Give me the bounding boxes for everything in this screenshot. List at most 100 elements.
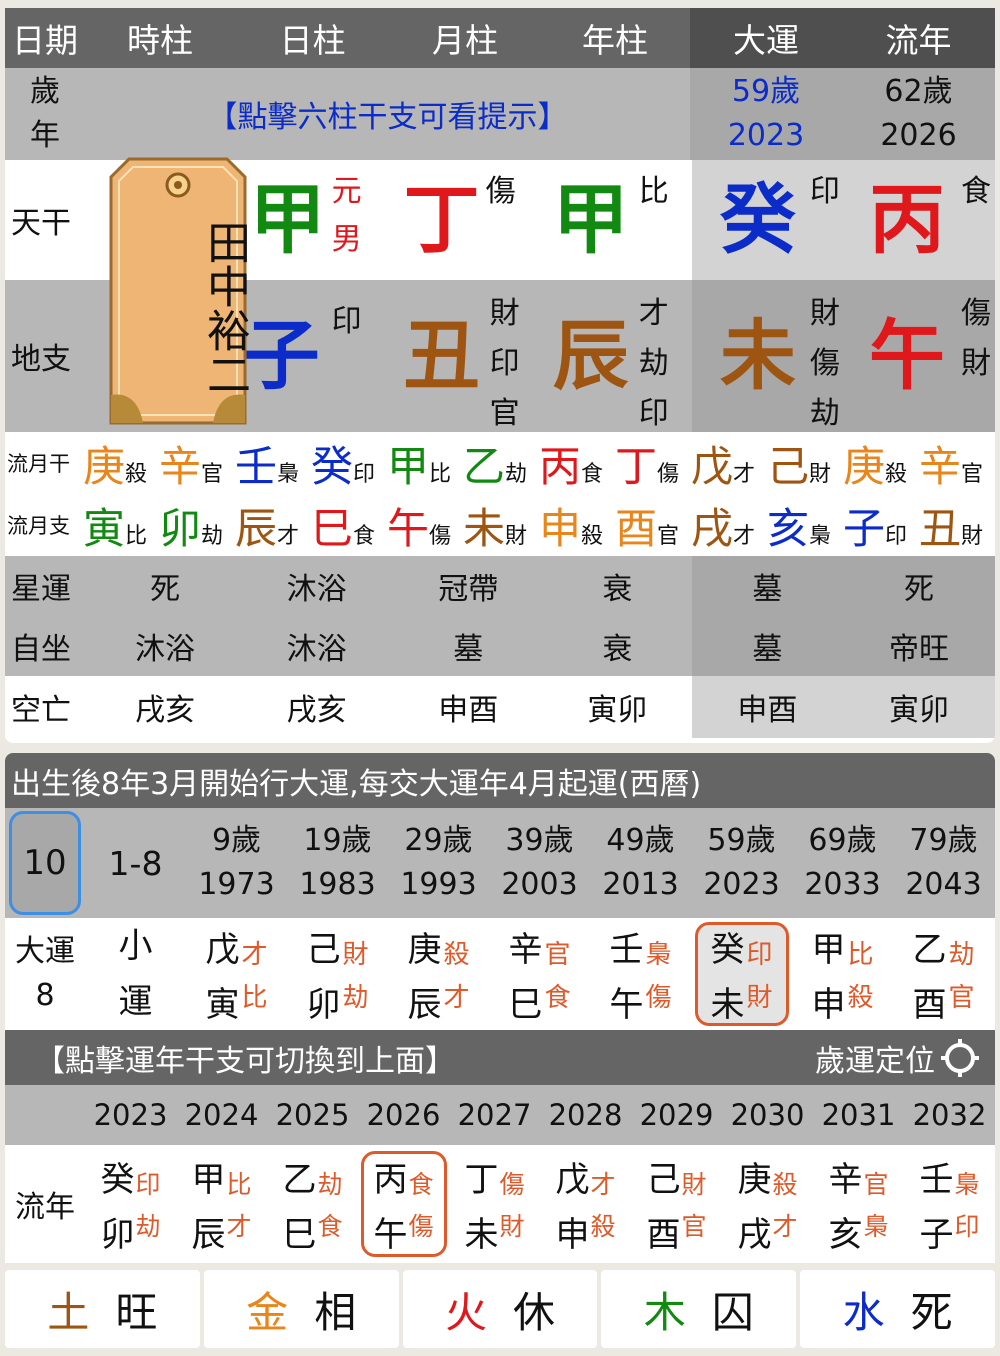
flow-month-branch-item[interactable]: 酉官 — [615, 495, 691, 556]
dayun-period-age[interactable]: 39歲 2003 — [489, 808, 590, 918]
liunian-ganzhi[interactable]: 己財酉官 — [631, 1145, 722, 1263]
pillar-hint-link[interactable]: 【點擊六柱干支可看提示】 — [85, 68, 690, 160]
liunian-year-text: 2031 — [821, 1098, 896, 1132]
liunian-age-cell[interactable]: 62歲 2026 — [842, 68, 995, 160]
liunian-ganzhi[interactable]: 壬梟子印 — [904, 1145, 995, 1263]
dayun-period-ganzhi[interactable]: 甲比申殺 — [792, 918, 893, 1030]
flow-month-branch-item[interactable]: 戌才 — [691, 495, 767, 556]
flow-month-stem-item[interactable]: 甲比 — [387, 433, 463, 494]
dayun-year-text: 2013 — [602, 867, 679, 902]
dayun-period-age[interactable]: 9歲 1973 — [186, 808, 287, 918]
flow-month-branch-item[interactable]: 午傷 — [387, 495, 463, 556]
liunian-ganzhi[interactable]: 辛官亥梟 — [813, 1145, 904, 1263]
flow-month-branch-item[interactable]: 子印 — [843, 495, 919, 556]
liunian-branch-god-char: 才 — [772, 1212, 798, 1241]
flow-month-branch-item[interactable]: 辰才 — [235, 495, 311, 556]
flow-month-branch-item[interactable]: 寅比 — [83, 495, 159, 556]
liunian-ganzhi[interactable]: 甲比辰才 — [176, 1145, 267, 1263]
gender-mark: 男 — [331, 222, 362, 257]
flow-month-stem-item[interactable]: 庚殺 — [83, 433, 159, 494]
flow-god: 官 — [201, 461, 224, 487]
dayun-period-age[interactable]: 49歲 2013 — [590, 808, 691, 918]
locate-label[interactable]: 歲運定位 — [815, 1036, 935, 1080]
month-stem-cell[interactable]: 丁 傷 — [394, 160, 543, 280]
day-stem-cell[interactable]: 甲 元 男 — [240, 160, 394, 280]
flow-month-stem-item[interactable]: 庚殺 — [843, 433, 919, 494]
locate-icon[interactable] — [939, 1037, 981, 1079]
liunian-branch-hidden-1: 傷 — [960, 296, 991, 331]
dayun-selector[interactable]: 10 — [9, 811, 81, 915]
dayun-period-ganzhi[interactable]: 壬梟午傷 — [590, 918, 691, 1030]
flow-month-stem-item[interactable]: 辛官 — [159, 433, 235, 494]
flow-month-branch-item[interactable]: 丑財 — [919, 495, 995, 556]
day-branch-cell[interactable]: 子 印 — [240, 280, 394, 432]
dayun-period-age[interactable]: 79歲 2043 — [893, 808, 994, 918]
dayun-period-ganzhi[interactable]: 癸印未財 — [691, 918, 792, 1030]
liunian-ganzhi[interactable]: 乙劫巳食 — [267, 1145, 358, 1263]
flow-month-branch-item[interactable]: 巳食 — [311, 495, 387, 556]
liunian-stem-cell[interactable]: 丙 食 — [842, 160, 995, 280]
element-cell[interactable]: 火休 — [402, 1270, 598, 1348]
flow-month-stem-item[interactable]: 己財 — [767, 433, 843, 494]
element-cell[interactable]: 金相 — [203, 1270, 399, 1348]
element-cell[interactable]: 水死 — [800, 1270, 995, 1348]
xingyun-value: 墓 — [691, 556, 843, 616]
flow-god: 傷 — [429, 523, 452, 549]
element-cell[interactable]: 木囚 — [601, 1270, 797, 1348]
flow-month-stem-item[interactable]: 辛官 — [919, 433, 995, 494]
liunian-branch-char: 辰 — [191, 1215, 226, 1255]
dayun-period-ganzhi[interactable]: 戊才寅比 — [186, 918, 287, 1030]
dayun-branch-cell[interactable]: 未 財 傷 劫 — [691, 280, 843, 432]
flow-month-stem-item[interactable]: 癸印 — [311, 433, 387, 494]
flow-month-stem-item[interactable]: 壬梟 — [235, 433, 311, 494]
liunian-ganzhi[interactable]: 庚殺戌才 — [722, 1145, 813, 1263]
dayun-period-age[interactable]: 59歲 2023 — [691, 808, 792, 918]
flow-month-stem-item[interactable]: 丙食 — [539, 433, 615, 494]
flow-month-stem-item[interactable]: 戊才 — [691, 433, 767, 494]
flow-month-stem-item[interactable]: 乙劫 — [463, 433, 539, 494]
dayun-period-age[interactable]: 29歲 1993 — [388, 808, 489, 918]
liunian-branch-cell[interactable]: 午 傷 財 — [842, 280, 995, 432]
dayun-period-ganzhi[interactable]: 辛官巳食 — [489, 918, 590, 1030]
header-hour-pillar: 時柱 — [127, 21, 193, 60]
kongwang-value: 寅卯 — [842, 676, 995, 738]
flow-char: 未 — [463, 503, 506, 553]
dayun-period-age[interactable]: 69歲 2033 — [792, 808, 893, 918]
dayun-branch-hidden-3: 劫 — [809, 396, 840, 431]
dayun-period-age[interactable]: 19歲 1983 — [287, 808, 388, 918]
small-yun[interactable]: 小 運 — [85, 918, 186, 1030]
flow-god: 梟 — [809, 523, 832, 549]
flow-month-branch-item[interactable]: 亥梟 — [767, 495, 843, 556]
dayun-period-ganzhi[interactable]: 己財卯劫 — [287, 918, 388, 1030]
dayun-stem-char: 乙 — [912, 930, 947, 970]
liunian-ganzhi[interactable]: 癸印卯劫 — [85, 1145, 176, 1263]
element-cell[interactable]: 土旺 — [5, 1270, 200, 1348]
year-stem: 甲 — [552, 175, 629, 264]
dayun-branch-god-char: 財 — [746, 983, 773, 1013]
header-dayun: 大運 — [690, 8, 842, 68]
liunian-ganzhi[interactable]: 戊才申殺 — [540, 1145, 631, 1263]
flow-month-stem-item[interactable]: 丁傷 — [615, 433, 691, 494]
year-stem-cell[interactable]: 甲 比 — [543, 160, 692, 280]
dayun-stem-char: 辛 — [508, 930, 543, 970]
dayun-period-ganzhi[interactable]: 庚殺辰才 — [388, 918, 489, 1030]
dayun-stem-god: 印 — [809, 174, 840, 209]
xingyun-label: 星運 — [11, 572, 71, 607]
liunian-year-text: 2028 — [548, 1098, 623, 1132]
month-branch-cell[interactable]: 丑 財 印 官 — [394, 280, 543, 432]
flow-month-branch-item[interactable]: 未財 — [463, 495, 539, 556]
year-branch-cell[interactable]: 辰 才 劫 印 — [543, 280, 692, 432]
liunian-ganzhi[interactable]: 丙食午傷 — [358, 1145, 449, 1263]
flow-char: 酉 — [615, 503, 658, 553]
dayun-period-ganzhi[interactable]: 乙劫酉官 — [893, 918, 994, 1030]
header-date: 日期 — [12, 21, 78, 60]
flow-month-branch-item[interactable]: 申殺 — [539, 495, 615, 556]
dayun-stem-cell[interactable]: 癸 印 — [691, 160, 843, 280]
dayun-stem-god-char: 殺 — [443, 940, 470, 970]
dayun-age-cell[interactable]: 59歲 2023 — [690, 68, 842, 160]
liunian-stem-god-char: 才 — [590, 1170, 616, 1199]
flow-month-branch-item[interactable]: 卯劫 — [159, 495, 235, 556]
liunian-branch-god-char: 財 — [499, 1212, 525, 1241]
dayun-title: 出生後8年3月開始行大運,每交大運年4月起運(西曆) — [11, 766, 702, 802]
liunian-ganzhi[interactable]: 丁傷未財 — [449, 1145, 540, 1263]
